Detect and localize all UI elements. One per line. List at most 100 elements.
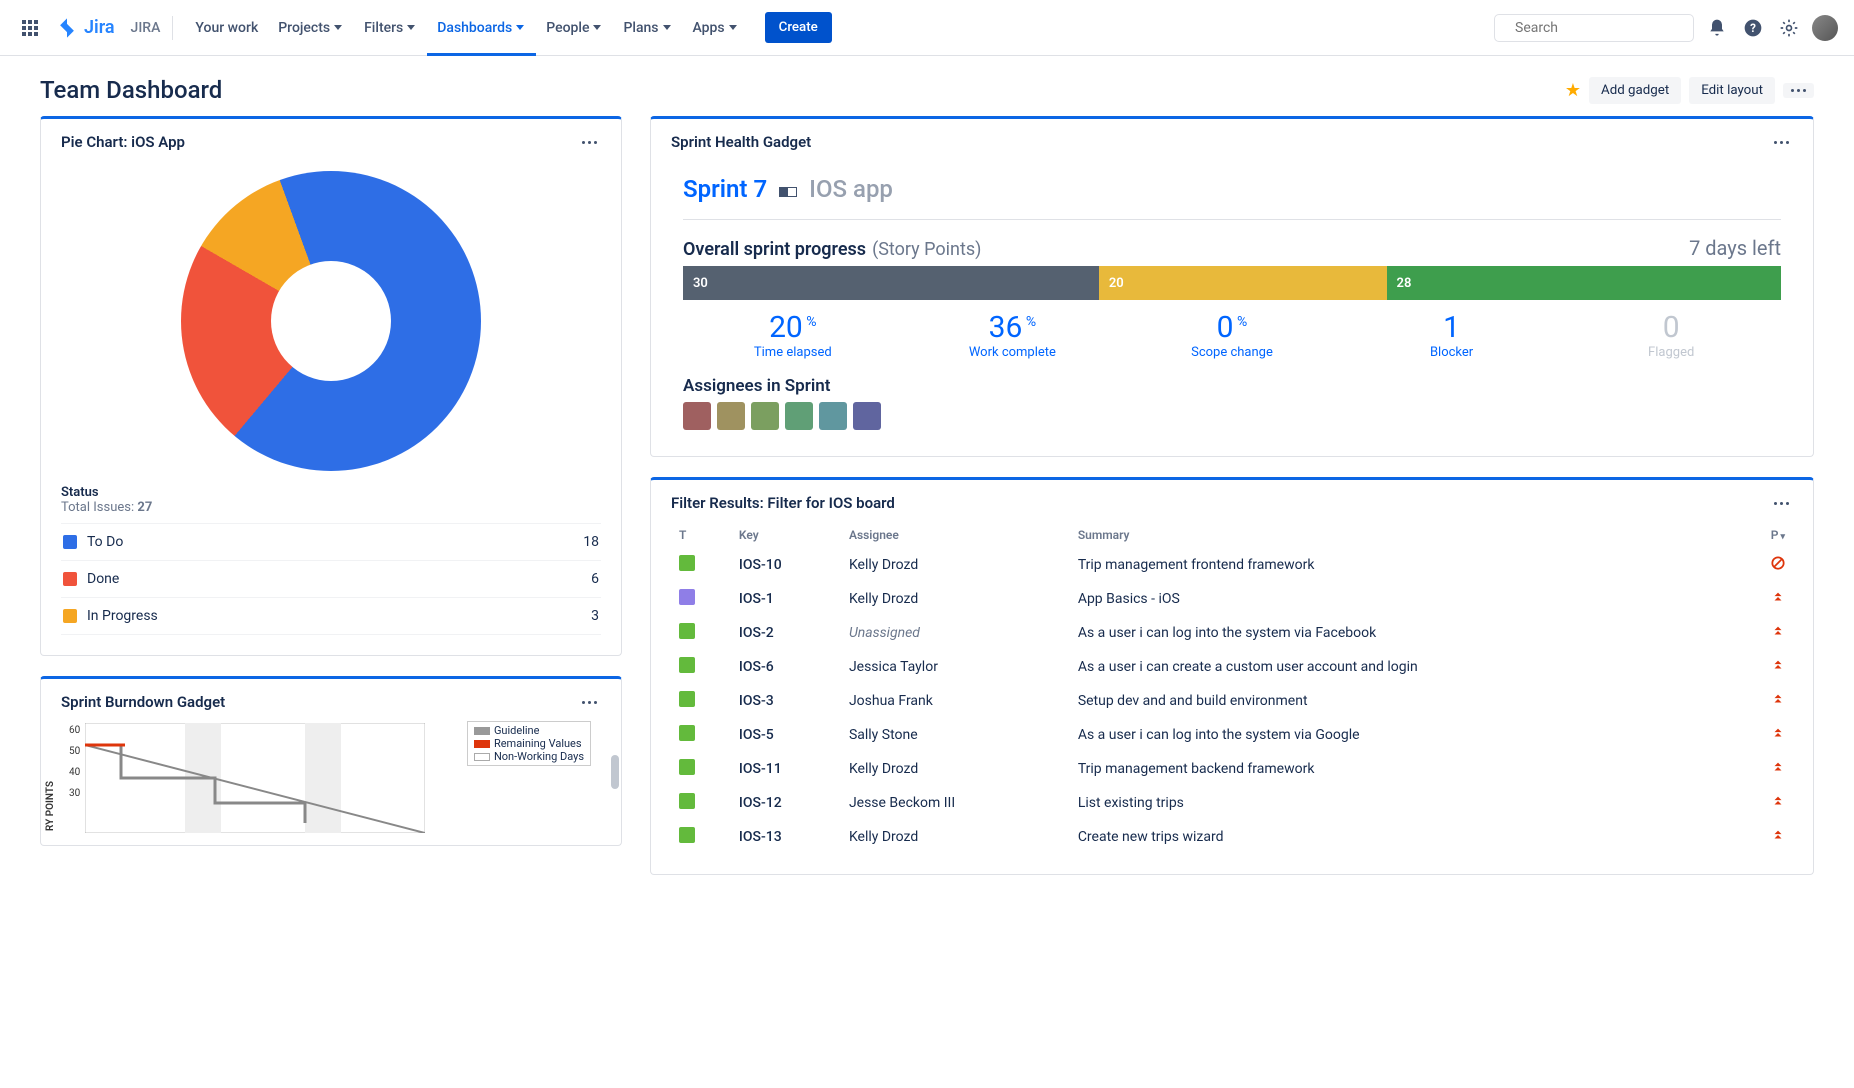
nav-item-your-work[interactable]: Your work <box>185 0 268 56</box>
table-row[interactable]: IOS-3Joshua FrankSetup dev and and build… <box>671 684 1793 718</box>
settings-icon[interactable] <box>1776 15 1802 41</box>
sprint-card-menu-icon[interactable] <box>1770 137 1793 148</box>
product-label: JIRA <box>131 20 161 36</box>
dashboard-grid: Pie Chart: iOS App Status Total Issues: … <box>40 116 1814 875</box>
add-gadget-button[interactable]: Add gadget <box>1589 77 1681 104</box>
profile-avatar[interactable] <box>1812 15 1838 41</box>
col-type[interactable]: T <box>671 522 731 548</box>
issue-key[interactable]: IOS-13 <box>731 820 841 854</box>
table-row[interactable]: IOS-10Kelly DrozdTrip management fronten… <box>671 548 1793 582</box>
pie-chart <box>61 165 601 477</box>
issue-assignee[interactable]: Jessica Taylor <box>841 650 1070 684</box>
nav-item-projects[interactable]: Projects <box>268 0 354 56</box>
jira-logo-icon <box>56 17 78 39</box>
table-row[interactable]: IOS-11Kelly DrozdTrip management backend… <box>671 752 1793 786</box>
right-column: Sprint Health Gadget Sprint 7 IOS app Ov… <box>650 116 1814 875</box>
sprint-metric[interactable]: 1Blocker <box>1342 310 1562 360</box>
create-button[interactable]: Create <box>765 12 832 43</box>
issue-summary[interactable]: App Basics - iOS <box>1070 582 1737 616</box>
progress-bar: 302028 <box>683 266 1781 300</box>
issue-key[interactable]: IOS-5 <box>731 718 841 752</box>
issue-summary[interactable]: Create new trips wizard <box>1070 820 1737 854</box>
issue-key[interactable]: IOS-3 <box>731 684 841 718</box>
table-row[interactable]: IOS-6Jessica TaylorAs a user i can creat… <box>671 650 1793 684</box>
assignee-avatar[interactable] <box>683 402 711 430</box>
col-key[interactable]: Key <box>731 522 841 548</box>
assignee-avatar[interactable] <box>751 402 779 430</box>
table-row[interactable]: IOS-2UnassignedAs a user i can log into … <box>671 616 1793 650</box>
issue-summary[interactable]: Setup dev and and build environment <box>1070 684 1737 718</box>
col-priority[interactable]: P▾ <box>1736 522 1793 548</box>
sprint-metric[interactable]: 36 %Work complete <box>903 310 1123 360</box>
progress-header: Overall sprint progress (Story Points) 7… <box>683 236 1781 260</box>
issue-key[interactable]: IOS-2 <box>731 616 841 650</box>
sprint-metric[interactable]: 0 %Scope change <box>1122 310 1342 360</box>
table-row[interactable]: IOS-1Kelly DrozdApp Basics - iOS <box>671 582 1793 616</box>
col-assignee[interactable]: Assignee <box>841 522 1070 548</box>
help-icon[interactable]: ? <box>1740 15 1766 41</box>
sprint-metric[interactable]: 0Flagged <box>1561 310 1781 360</box>
issue-summary[interactable]: As a user i can create a custom user acc… <box>1070 650 1737 684</box>
issue-summary[interactable]: As a user i can log into the system via … <box>1070 718 1737 752</box>
issue-summary[interactable]: As a user i can log into the system via … <box>1070 616 1737 650</box>
issue-assignee[interactable]: Kelly Drozd <box>841 548 1070 582</box>
pie-legend-row[interactable]: To Do18 <box>61 524 601 561</box>
pie-legend-row[interactable]: In Progress3 <box>61 598 601 635</box>
sprint-metrics: 20 %Time elapsed36 %Work complete0 %Scop… <box>683 310 1781 360</box>
issue-key[interactable]: IOS-10 <box>731 548 841 582</box>
col-summary[interactable]: Summary <box>1070 522 1737 548</box>
sprint-name[interactable]: Sprint 7 <box>683 175 767 203</box>
issue-assignee[interactable]: Joshua Frank <box>841 684 1070 718</box>
issue-summary[interactable]: Trip management frontend framework <box>1070 548 1737 582</box>
burndown-card-menu-icon[interactable] <box>578 697 601 708</box>
issue-key[interactable]: IOS-1 <box>731 582 841 616</box>
issue-assignee[interactable]: Unassigned <box>841 616 1070 650</box>
pie-legend-row[interactable]: Done6 <box>61 561 601 598</box>
nav-item-people[interactable]: People <box>536 0 613 56</box>
issue-assignee[interactable]: Sally Stone <box>841 718 1070 752</box>
burndown-card: Sprint Burndown Gadget RY POINTS 60 50 4… <box>40 676 622 846</box>
issue-key[interactable]: IOS-12 <box>731 786 841 820</box>
issue-summary[interactable]: List existing trips <box>1070 786 1737 820</box>
issue-assignee[interactable]: Kelly Drozd <box>841 752 1070 786</box>
search-box[interactable] <box>1494 14 1694 42</box>
assignee-avatar[interactable] <box>819 402 847 430</box>
table-header-row: T Key Assignee Summary P▾ <box>671 522 1793 548</box>
top-nav: Jira JIRA Your workProjectsFiltersDashbo… <box>0 0 1854 56</box>
app-switcher-icon[interactable] <box>16 14 44 42</box>
table-row[interactable]: IOS-12Jesse Beckom IIIList existing trip… <box>671 786 1793 820</box>
sprint-metric[interactable]: 20 %Time elapsed <box>683 310 903 360</box>
issue-priority <box>1736 616 1793 650</box>
chevron-down-icon <box>729 25 739 31</box>
issue-assignee[interactable]: Kelly Drozd <box>841 820 1070 854</box>
jira-logo[interactable]: Jira <box>48 17 123 39</box>
table-row[interactable]: IOS-13Kelly DrozdCreate new trips wizard <box>671 820 1793 854</box>
issue-assignee[interactable]: Kelly Drozd <box>841 582 1070 616</box>
nav-item-dashboards[interactable]: Dashboards <box>427 0 536 56</box>
search-input[interactable] <box>1513 19 1695 37</box>
nav-item-filters[interactable]: Filters <box>354 0 427 56</box>
nav-item-plans[interactable]: Plans <box>613 0 682 56</box>
assignees-list <box>683 402 1781 430</box>
edit-layout-button[interactable]: Edit layout <box>1689 77 1775 104</box>
notifications-icon[interactable] <box>1704 15 1730 41</box>
days-left: 7 days left <box>1689 236 1781 260</box>
assignee-avatar[interactable] <box>785 402 813 430</box>
donut-chart <box>181 171 481 471</box>
issue-key[interactable]: IOS-11 <box>731 752 841 786</box>
assignee-avatar[interactable] <box>717 402 745 430</box>
issue-priority <box>1736 548 1793 582</box>
issue-assignee[interactable]: Jesse Beckom III <box>841 786 1070 820</box>
nav-item-apps[interactable]: Apps <box>683 0 749 56</box>
more-actions-icon[interactable] <box>1783 83 1814 98</box>
scrollbar[interactable] <box>611 755 619 789</box>
issue-key[interactable]: IOS-6 <box>731 650 841 684</box>
table-row[interactable]: IOS-5Sally StoneAs a user i can log into… <box>671 718 1793 752</box>
pie-status-label: Status <box>61 485 601 500</box>
assignee-avatar[interactable] <box>853 402 881 430</box>
filter-card-menu-icon[interactable] <box>1770 498 1793 509</box>
issue-summary[interactable]: Trip management backend framework <box>1070 752 1737 786</box>
star-icon[interactable]: ★ <box>1565 80 1581 101</box>
nav-divider <box>172 16 173 40</box>
pie-card-menu-icon[interactable] <box>578 137 601 148</box>
